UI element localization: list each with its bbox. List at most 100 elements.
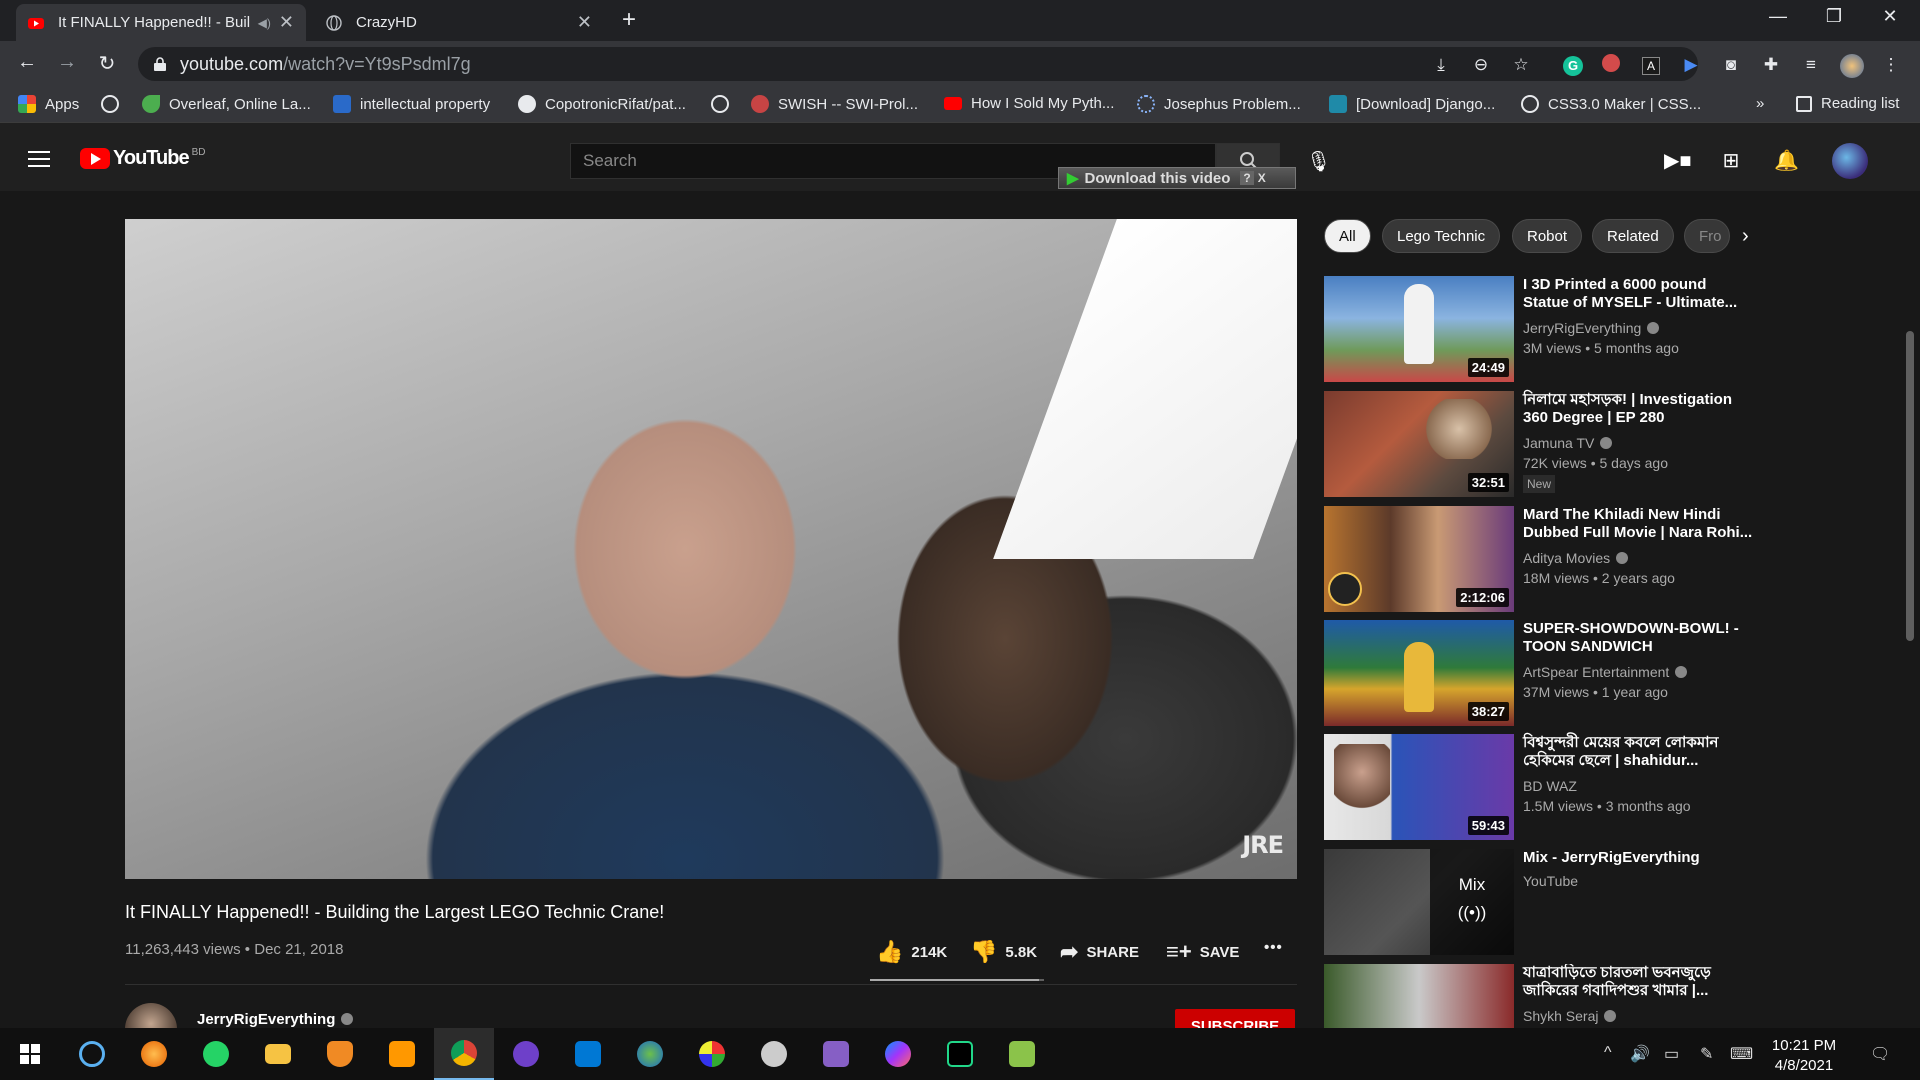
page-scrollbar[interactable] (1906, 331, 1914, 641)
zoom-icon[interactable]: ⊖ (1470, 54, 1492, 76)
taskbar-app-brave[interactable] (310, 1028, 370, 1080)
chip-all[interactable]: All (1324, 219, 1371, 253)
install-icon[interactable]: ⤓ (1430, 54, 1452, 76)
bookmark-overleaf[interactable]: Overleaf, Online La... (142, 95, 311, 113)
chip-from[interactable]: Fro (1684, 219, 1730, 253)
minimize-button[interactable]: — (1758, 6, 1798, 27)
forward-button[interactable]: → (54, 51, 80, 74)
pen-icon[interactable]: ✎ (1700, 1044, 1713, 1064)
close-tab-icon[interactable]: ✕ (577, 12, 592, 33)
reload-button[interactable]: ↻ (94, 51, 120, 76)
close-window-button[interactable]: ✕ (1870, 6, 1910, 27)
bookmark-css-maker[interactable]: CSS3.0 Maker | CSS... (1521, 95, 1701, 113)
taskbar-app-paint[interactable] (682, 1028, 742, 1080)
save-button[interactable]: ≡+ SAVE (1166, 939, 1239, 965)
share-button[interactable]: ➦ SHARE (1060, 939, 1139, 965)
chip-robot[interactable]: Robot (1512, 219, 1583, 253)
taskbar-app-sublime[interactable] (372, 1028, 432, 1080)
recommendation-item[interactable]: Mix ((•)) Mix - JerryRigEverything YouTu… (1324, 849, 1754, 955)
bookmark-josephus[interactable]: Josephus Problem... (1137, 95, 1301, 113)
video-player[interactable]: JRE (125, 219, 1297, 879)
camera-extension-icon[interactable]: ◙ (1720, 54, 1742, 76)
recommendation-item[interactable]: 38:27 SUPER-SHOWDOWN-BOWL! - TOON SANDWI… (1324, 620, 1754, 726)
create-video-icon[interactable]: ▶■ (1664, 149, 1691, 173)
back-button[interactable]: ← (14, 51, 40, 74)
address-bar[interactable]: youtube.com/watch?v=Yt9sPsdml7g (138, 47, 1698, 81)
account-avatar[interactable] (1832, 143, 1868, 179)
bookmark-github[interactable]: CopotronicRifat/pat... (518, 95, 686, 113)
youtube-logo[interactable]: YouTube BD (80, 147, 205, 170)
new-tab-button[interactable]: + (622, 6, 636, 34)
volume-icon[interactable]: 🔊 (1630, 1044, 1650, 1064)
restore-button[interactable]: ❐ (1814, 6, 1854, 27)
recommendation-item[interactable]: 2:12:06 Mard The Khiladi New Hindi Dubbe… (1324, 506, 1754, 612)
chip-related[interactable]: Related (1592, 219, 1674, 253)
recommendation-item[interactable]: 32:51 নিলামে মহাসড়ক! | Investigation 36… (1324, 391, 1754, 497)
more-actions-button[interactable]: ••• (1264, 939, 1283, 956)
taskbar-app-messenger[interactable] (868, 1028, 928, 1080)
mute-icon[interactable]: ◀) (258, 16, 271, 30)
recommendation-channel[interactable]: BD WAZ (1523, 778, 1577, 794)
download-close-button[interactable]: X (1258, 171, 1266, 185)
channel-name[interactable]: JerryRigEverything (197, 1011, 354, 1028)
taskbar-app-pycharm[interactable] (930, 1028, 990, 1080)
taskbar-app-satellite[interactable] (744, 1028, 804, 1080)
keyboard-icon[interactable]: ⌨ (1730, 1044, 1753, 1064)
video-thumbnail[interactable]: Mix ((•)) (1324, 849, 1514, 955)
bookmark-globe[interactable] (101, 95, 128, 113)
taskbar-app-github[interactable] (496, 1028, 556, 1080)
taskbar-app-visual-studio[interactable] (806, 1028, 866, 1080)
extension-icon[interactable]: A (1640, 54, 1662, 76)
microphone-icon[interactable]: 🎙 (1306, 149, 1331, 174)
notifications-icon[interactable]: 🗨 (1870, 1044, 1890, 1064)
video-thumbnail[interactable]: 32:51 (1324, 391, 1514, 497)
bookmark-star-icon[interactable]: ☆ (1510, 54, 1532, 76)
video-thumbnail[interactable]: 38:27 (1324, 620, 1514, 726)
recommendation-channel[interactable]: YouTube (1523, 873, 1578, 889)
extensions-puzzle-icon[interactable]: ✚ (1760, 54, 1782, 76)
browser-menu-icon[interactable]: ⋮ (1880, 54, 1902, 76)
recommendation-item[interactable]: 59:43 বিশ্বসুন্দরী মেয়ের কবলে লোকমান হে… (1324, 734, 1754, 840)
taskbar-app-chrome[interactable] (434, 1028, 494, 1080)
recommendation-channel[interactable]: Aditya Movies (1523, 550, 1629, 566)
recommendation-item[interactable]: 24:49 I 3D Printed a 6000 pound Statue o… (1324, 276, 1754, 382)
recommendation-channel[interactable]: Shykh Seraj (1523, 1008, 1617, 1024)
bookmark-apps[interactable]: Apps (18, 95, 79, 113)
recommendation-channel[interactable]: ArtSpear Entertainment (1523, 664, 1688, 680)
download-video-banner[interactable]: ▶ Download this video ? X (1058, 167, 1296, 189)
extension-icon[interactable]: ▶ (1680, 54, 1702, 76)
like-button[interactable]: 👍 214K (876, 939, 947, 965)
taskbar-app-whatsapp[interactable] (186, 1028, 246, 1080)
profile-avatar[interactable] (1840, 54, 1864, 78)
tab-crazyhd[interactable]: CrazyHD ✕ (314, 4, 604, 41)
taskbar-app-globe[interactable] (620, 1028, 680, 1080)
recommendation-item[interactable]: যাত্রাবাড়িতে চারতলা ভবনজুড়ে জাকিরের গব… (1324, 964, 1754, 1028)
taskbar-app-search[interactable] (62, 1028, 122, 1080)
bookmark-globe-2[interactable] (711, 95, 738, 113)
chips-next-icon[interactable]: › (1742, 225, 1749, 248)
video-thumbnail[interactable]: 24:49 (1324, 276, 1514, 382)
menu-hamburger-icon[interactable] (28, 151, 50, 172)
tab-youtube[interactable]: It FINALLY Happened!! - Buil ◀) ✕ (16, 4, 306, 41)
show-hidden-icons-icon[interactable]: ^ (1604, 1044, 1612, 1062)
bookmark-swish[interactable]: SWISH -- SWI-Prol... (751, 95, 918, 113)
video-thumbnail[interactable]: 2:12:06 (1324, 506, 1514, 612)
start-button[interactable] (0, 1028, 60, 1080)
close-tab-icon[interactable]: ✕ (279, 12, 294, 33)
grammarly-extension-icon[interactable]: G (1562, 54, 1584, 76)
system-clock[interactable]: 10:21 PM 4/8/2021 (1762, 1036, 1846, 1076)
recommendation-channel[interactable]: JerryRigEverything (1523, 320, 1660, 336)
dislike-button[interactable]: 👎 5.8K (970, 939, 1037, 965)
media-queue-icon[interactable]: ≡ (1800, 54, 1822, 76)
video-thumbnail[interactable]: 59:43 (1324, 734, 1514, 840)
chip-lego-technic[interactable]: Lego Technic (1382, 219, 1501, 253)
taskbar-app-explorer[interactable] (248, 1028, 308, 1080)
taskbar-app-firefox[interactable] (124, 1028, 184, 1080)
apps-grid-icon[interactable]: ⊞ (1719, 149, 1743, 173)
video-thumbnail[interactable] (1324, 964, 1514, 1028)
notifications-bell-icon[interactable]: 🔔 (1774, 149, 1799, 173)
bookmark-django[interactable]: [Download] Django... (1329, 95, 1495, 113)
bookmark-youtube[interactable]: How I Sold My Pyth... (944, 95, 1114, 112)
bookmark-intellectual-property[interactable]: intellectual property (333, 95, 490, 113)
taskbar-app-vscode[interactable] (558, 1028, 618, 1080)
